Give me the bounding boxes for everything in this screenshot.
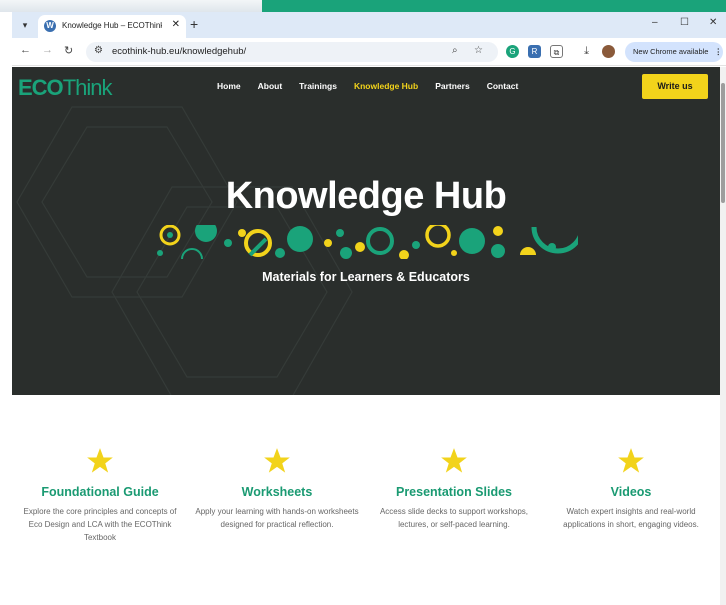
page-title: Knowledge Hub [225, 175, 507, 217]
close-window-button[interactable]: ✕ [709, 17, 717, 28]
card-videos[interactable]: Videos Watch expert insights and real-wo… [543, 395, 719, 531]
card-description: Explore the core principles and concepts… [23, 507, 177, 542]
forward-icon[interactable]: → [42, 44, 53, 56]
extensions-puzzle-icon[interactable]: ⧉ [550, 45, 563, 58]
reload-icon[interactable]: ↻ [64, 44, 73, 57]
browser-tab[interactable]: W Knowledge Hub – ECOThink Hu ✕ [38, 15, 186, 38]
back-icon[interactable]: ← [20, 44, 31, 56]
web-page: ECOThink Home About Trainings Knowledge … [12, 67, 720, 605]
maximize-button[interactable]: ☐ [680, 17, 689, 28]
card-description: Watch expert insights and real-world app… [563, 507, 699, 529]
card-presentation-slides[interactable]: Presentation Slides Access slide decks t… [366, 395, 542, 531]
desktop-window-edge [0, 0, 262, 12]
nav-contact[interactable]: Contact [487, 81, 519, 91]
download-icon[interactable]: ⤓ [580, 45, 593, 58]
browser-toolbar: ← → ↻ ⚙ ecothink-hub.eu/knowledgehub/ ⌕ … [12, 38, 726, 66]
main-nav: Home About Trainings Knowledge Hub Partn… [217, 81, 535, 91]
extension-grammar-icon[interactable]: G [506, 45, 519, 58]
profile-avatar[interactable] [602, 45, 615, 58]
bookmark-star-icon[interactable]: ☆ [474, 45, 483, 56]
card-title[interactable]: Presentation Slides [366, 485, 542, 499]
wordpress-icon: W [44, 20, 56, 32]
hero-subtitle: Materials for Learners & Educators [262, 270, 470, 284]
logo-eco: ECO [18, 75, 64, 100]
card-foundational-guide[interactable]: Foundational Guide Explore the core prin… [12, 395, 188, 544]
kebab-menu-icon[interactable]: ⋮ [715, 47, 723, 56]
zoom-icon[interactable]: ⌕ [452, 45, 458, 56]
desktop-background [0, 0, 726, 12]
card-description: Access slide decks to support workshops,… [379, 507, 529, 529]
tab-search-icon[interactable]: ▾ [16, 17, 34, 33]
card-title[interactable]: Videos [543, 485, 719, 499]
write-us-button[interactable]: Write us [642, 74, 708, 99]
browser-window: ▾ W Knowledge Hub – ECOThink Hu ✕ + – ☐ … [12, 12, 726, 605]
minimize-button[interactable]: – [652, 17, 658, 28]
star-icon [87, 448, 113, 473]
nav-about[interactable]: About [258, 81, 283, 91]
update-label: New Chrome available [633, 47, 709, 56]
star-icon [441, 448, 467, 473]
url-text: ecothink-hub.eu/knowledgehub/ [112, 46, 247, 57]
extension-reader-icon[interactable]: R [528, 45, 541, 58]
new-tab-button[interactable]: + [190, 16, 198, 32]
resource-cards: Foundational Guide Explore the core prin… [12, 395, 720, 605]
tab-strip: ▾ W Knowledge Hub – ECOThink Hu ✕ + – ☐ … [12, 12, 726, 38]
nav-knowledge-hub[interactable]: Knowledge Hub [354, 81, 418, 91]
star-icon [618, 448, 644, 473]
desktop-green-band [262, 0, 726, 12]
page-scrollbar[interactable] [720, 67, 726, 605]
ecothink-logo[interactable]: ECOThink [18, 75, 113, 101]
star-icon [264, 448, 290, 473]
nav-partners[interactable]: Partners [435, 81, 470, 91]
nav-trainings[interactable]: Trainings [299, 81, 337, 91]
hero-section: ECOThink Home About Trainings Knowledge … [12, 67, 720, 395]
new-chrome-available-button[interactable]: New Chrome available ⋮ [625, 42, 723, 62]
tab-title: Knowledge Hub – ECOThink Hu [62, 21, 162, 30]
card-title[interactable]: Worksheets [189, 485, 365, 499]
card-worksheets[interactable]: Worksheets Apply your learning with hand… [189, 395, 365, 531]
card-description: Apply your learning with hands-on worksh… [195, 507, 359, 529]
nav-home[interactable]: Home [217, 81, 241, 91]
scrollbar-thumb[interactable] [721, 83, 725, 203]
logo-think: Think [62, 75, 113, 100]
address-bar[interactable]: ⚙ ecothink-hub.eu/knowledgehub/ ⌕ ☆ [86, 42, 498, 62]
circle-pattern-decoration [157, 225, 578, 259]
card-title[interactable]: Foundational Guide [12, 485, 188, 499]
site-info-icon[interactable]: ⚙ [94, 45, 103, 56]
tab-close-icon[interactable]: ✕ [172, 19, 180, 30]
